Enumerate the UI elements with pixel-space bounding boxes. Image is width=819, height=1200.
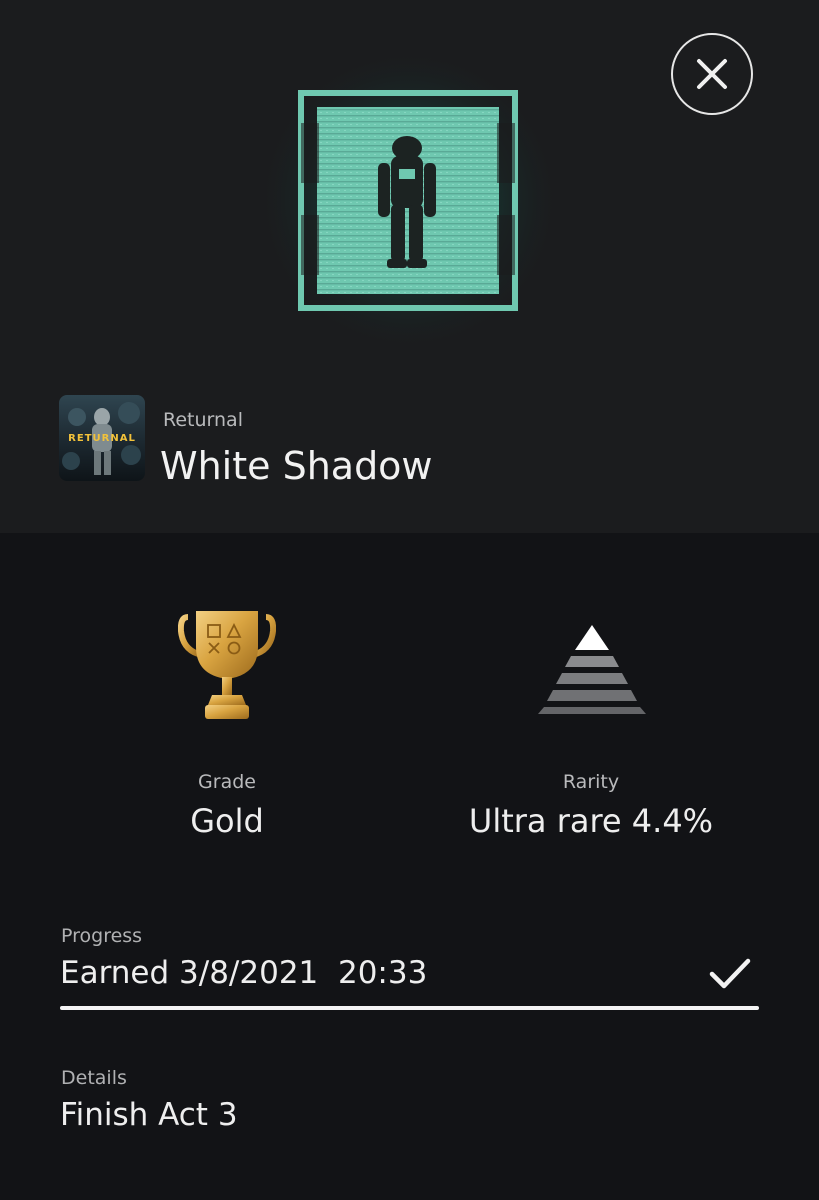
rarity-pyramid-icon: [538, 625, 646, 714]
trophy-art: [228, 45, 590, 355]
gold-trophy-icon: [177, 611, 277, 719]
close-button[interactable]: [671, 33, 753, 115]
astronaut-silhouette-icon: [254, 45, 564, 355]
progress-bar: [60, 1006, 759, 1010]
progress-label: Progress: [61, 925, 143, 947]
game-logo-text: RETURNAL: [68, 433, 136, 444]
trophy-name: White Shadow: [160, 444, 433, 488]
grade-value: Gold: [190, 802, 264, 840]
progress-bar-fill: [60, 1006, 759, 1010]
rarity-label: Rarity: [562, 771, 620, 793]
details-value: Finish Act 3: [60, 1097, 238, 1133]
check-icon: [708, 956, 752, 996]
grade-icon-wrapper: [177, 609, 277, 731]
rarity-value: Ultra rare 4.4%: [468, 802, 714, 840]
rarity-icon-wrapper: [537, 623, 647, 719]
game-icon: RETURNAL: [59, 395, 145, 481]
game-name: Returnal: [163, 409, 243, 431]
grade-label: Grade: [198, 771, 256, 793]
close-icon: [697, 59, 727, 89]
progress-value: Earned 3/8/2021 20:33: [60, 955, 428, 991]
details-label: Details: [61, 1067, 127, 1089]
